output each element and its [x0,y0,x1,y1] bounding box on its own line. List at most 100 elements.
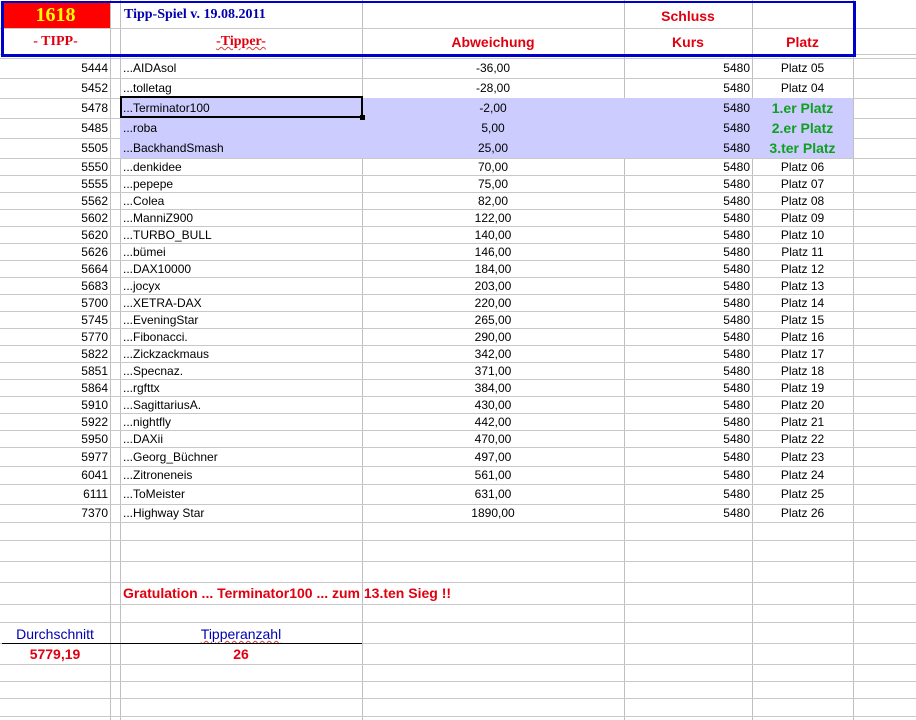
tipp-cell[interactable]: 5745 [0,311,110,328]
tipper-cell[interactable]: ...roba [121,118,361,138]
sheet-title[interactable]: Tipp-Spiel v. 19.08.2011 [121,2,361,28]
tipper-cell[interactable]: ...DAX10000 [121,260,361,277]
col-header-kurs[interactable]: Kurs [624,30,752,54]
platz-cell[interactable]: Platz 08 [752,192,853,209]
kurs-cell[interactable]: 5480 [624,158,752,175]
platz-cell[interactable]: Platz 11 [752,243,853,260]
tipp-cell[interactable]: 5864 [0,379,110,396]
kurs-cell[interactable]: 5480 [624,396,752,413]
tipp-cell[interactable]: 5478 [0,98,110,118]
kurs-cell[interactable]: 5480 [624,78,752,98]
tipperanzahl-label[interactable]: Tipperanzahl [121,624,361,644]
tipper-cell[interactable]: ...denkidee [121,158,361,175]
tipp-cell[interactable]: 5822 [0,345,110,362]
platz-cell[interactable]: Platz 21 [752,413,853,430]
kurs-cell[interactable]: 5480 [624,328,752,345]
tipp-cell[interactable]: 5602 [0,209,110,226]
tipper-cell[interactable]: ...SagittariusA. [121,396,361,413]
kurs-cell[interactable]: 5480 [624,243,752,260]
platz-cell[interactable]: Platz 25 [752,484,853,504]
platz-cell[interactable]: Platz 18 [752,362,853,379]
tipp-cell[interactable]: 5505 [0,138,110,158]
platz-cell[interactable]: Platz 12 [752,260,853,277]
tipp-cell[interactable]: 5770 [0,328,110,345]
abweichung-cell[interactable]: 265,00 [362,311,624,328]
abweichung-cell[interactable]: 203,00 [362,277,624,294]
tipp-cell[interactable]: 5851 [0,362,110,379]
tipp-cell[interactable]: 5620 [0,226,110,243]
kurs-cell[interactable]: 5480 [624,379,752,396]
kurs-cell[interactable]: 5480 [624,430,752,447]
platz-cell[interactable]: Platz 15 [752,311,853,328]
abweichung-cell[interactable]: 384,00 [362,379,624,396]
abweichung-cell[interactable]: 75,00 [362,175,624,192]
platz-cell[interactable]: Platz 24 [752,466,853,484]
tipp-cell[interactable]: 5626 [0,243,110,260]
tipper-cell[interactable]: ...bümei [121,243,361,260]
tipp-cell[interactable]: 6111 [0,484,110,504]
tipper-cell[interactable]: ...Fibonacci. [121,328,361,345]
kurs-cell[interactable]: 5480 [624,138,752,158]
tipp-cell[interactable]: 5950 [0,430,110,447]
tipper-cell[interactable]: ...tolletag [121,78,361,98]
abweichung-cell[interactable]: 497,00 [362,447,624,466]
abweichung-cell[interactable]: 290,00 [362,328,624,345]
abweichung-cell[interactable]: -36,00 [362,58,624,78]
tipp-cell[interactable]: 5444 [0,58,110,78]
fill-handle[interactable] [360,115,365,120]
tipper-cell[interactable]: ...Georg_Büchner [121,447,361,466]
kurs-cell[interactable]: 5480 [624,175,752,192]
tipp-cell[interactable]: 5683 [0,277,110,294]
platz-cell[interactable]: Platz 20 [752,396,853,413]
tipperanzahl-value[interactable]: 26 [121,644,361,664]
platz-cell[interactable]: 1.er Platz [752,98,853,118]
abweichung-cell[interactable]: 631,00 [362,484,624,504]
tipp-cell[interactable]: 5977 [0,447,110,466]
durchschnitt-label[interactable]: Durchschnitt [0,624,110,644]
kurs-cell[interactable]: 5480 [624,504,752,522]
platz-cell[interactable]: Platz 19 [752,379,853,396]
tipper-cell[interactable]: ...jocyx [121,277,361,294]
abweichung-cell[interactable]: 70,00 [362,158,624,175]
tipp-cell[interactable]: 5664 [0,260,110,277]
tipper-cell[interactable]: ...Terminator100 [121,98,361,118]
kurs-cell[interactable]: 5480 [624,294,752,311]
abweichung-cell[interactable]: 140,00 [362,226,624,243]
platz-cell[interactable]: 2.er Platz [752,118,853,138]
platz-cell[interactable]: Platz 17 [752,345,853,362]
abweichung-cell[interactable]: 25,00 [362,138,624,158]
platz-cell[interactable]: Platz 26 [752,504,853,522]
tipper-cell[interactable]: ...XETRA-DAX [121,294,361,311]
kurs-cell[interactable]: 5480 [624,226,752,243]
tipper-cell[interactable]: ...Zitroneneis [121,466,361,484]
abweichung-cell[interactable]: 470,00 [362,430,624,447]
tipp-cell[interactable]: 5550 [0,158,110,175]
kurs-cell[interactable]: 5480 [624,413,752,430]
kurs-cell[interactable]: 5480 [624,362,752,379]
platz-cell[interactable]: Platz 16 [752,328,853,345]
tipper-cell[interactable]: ...nightfly [121,413,361,430]
tipp-cell[interactable]: 5910 [0,396,110,413]
abweichung-cell[interactable]: 184,00 [362,260,624,277]
tipp-cell[interactable]: 5555 [0,175,110,192]
platz-cell[interactable]: 3.ter Platz [752,138,853,158]
platz-cell[interactable]: Platz 13 [752,277,853,294]
col-header-tipp[interactable]: - TIPP- [1,30,110,54]
tipper-cell[interactable]: ...EveningStar [121,311,361,328]
kurs-cell[interactable]: 5480 [624,311,752,328]
col-header-abweichung[interactable]: Abweichung [362,30,624,54]
kurs-cell[interactable]: 5480 [624,209,752,226]
kurs-cell[interactable]: 5480 [624,118,752,138]
abweichung-cell[interactable]: 561,00 [362,466,624,484]
kurs-cell[interactable]: 5480 [624,58,752,78]
platz-cell[interactable]: Platz 04 [752,78,853,98]
platz-cell[interactable]: Platz 23 [752,447,853,466]
kurs-cell[interactable]: 5480 [624,277,752,294]
col-header-platz[interactable]: Platz [752,30,853,54]
kurs-cell[interactable]: 5480 [624,98,752,118]
kurs-cell[interactable]: 5480 [624,466,752,484]
platz-cell[interactable]: Platz 14 [752,294,853,311]
congrats-text[interactable]: Gratulation ... Terminator100 ... zum 13… [121,582,621,604]
kurs-cell[interactable]: 5480 [624,484,752,504]
tipp-cell[interactable]: 7370 [0,504,110,522]
